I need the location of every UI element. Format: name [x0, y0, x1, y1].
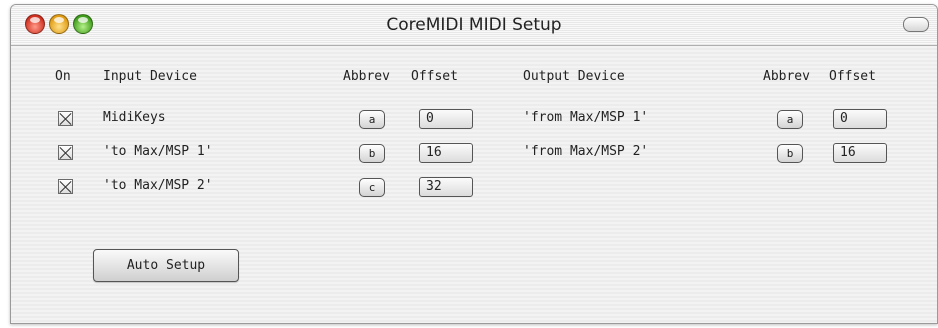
header-input-device: Input Device — [103, 69, 197, 84]
header-offset-input: Offset — [411, 69, 458, 84]
output-abbrev-button[interactable]: a — [777, 110, 803, 129]
header-on: On — [55, 69, 71, 84]
input-device-name: 'to Max/MSP 1' — [103, 144, 213, 159]
window-title: CoreMIDI MIDI Setup — [386, 15, 562, 35]
input-offset-field[interactable]: 16 — [419, 143, 473, 163]
input-enabled-checkbox[interactable] — [58, 179, 73, 194]
midi-setup-window: CoreMIDI MIDI Setup On Input Device Abbr… — [10, 4, 938, 324]
input-enabled-checkbox[interactable] — [58, 111, 73, 126]
input-abbrev-button[interactable]: a — [359, 110, 385, 129]
input-device-name: 'to Max/MSP 2' — [103, 178, 213, 193]
input-offset-field[interactable]: 0 — [419, 109, 473, 129]
toolbar-toggle-icon[interactable] — [903, 17, 929, 32]
setup-content: On Input Device Abbrev Offset Output Dev… — [11, 46, 937, 323]
output-offset-field[interactable]: 0 — [833, 109, 887, 129]
header-abbrev-input: Abbrev — [343, 69, 390, 84]
output-abbrev-button[interactable]: b — [777, 144, 803, 163]
title-bar[interactable]: CoreMIDI MIDI Setup — [11, 5, 937, 46]
output-offset-field[interactable]: 16 — [833, 143, 887, 163]
output-device-name: 'from Max/MSP 2' — [523, 144, 649, 159]
input-offset-field[interactable]: 32 — [419, 177, 473, 197]
input-enabled-checkbox[interactable] — [58, 145, 73, 160]
output-device-name: 'from Max/MSP 1' — [523, 110, 649, 125]
input-device-name: MidiKeys — [103, 110, 166, 125]
header-output-device: Output Device — [523, 69, 625, 84]
header-abbrev-output: Abbrev — [763, 69, 810, 84]
auto-setup-button[interactable]: Auto Setup — [93, 249, 239, 282]
header-offset-output: Offset — [829, 69, 876, 84]
input-abbrev-button[interactable]: c — [359, 178, 385, 197]
input-abbrev-button[interactable]: b — [359, 144, 385, 163]
